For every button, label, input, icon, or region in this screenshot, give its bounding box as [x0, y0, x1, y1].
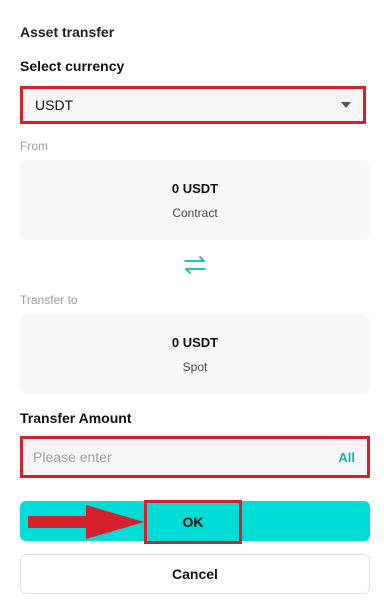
all-button[interactable]: All	[338, 450, 355, 465]
select-currency-label: Select currency	[20, 58, 125, 74]
to-account-name: Spot	[182, 359, 208, 374]
page-title: Asset transfer	[20, 24, 115, 40]
currency-select-value: USDT	[35, 97, 74, 113]
from-balance: 0 USDT	[171, 180, 219, 196]
transfer-to-label: Transfer to	[20, 293, 78, 307]
transfer-amount-label: Transfer Amount	[20, 410, 132, 426]
cancel-button[interactable]: Cancel	[20, 554, 370, 594]
from-label: From	[20, 139, 48, 153]
transfer-amount-field: All	[20, 436, 370, 478]
red-arrow-icon	[28, 505, 144, 539]
transfer-amount-input[interactable]	[33, 449, 339, 465]
ok-button[interactable]: OK	[144, 500, 242, 544]
to-account-card: 0 USDT Spot	[20, 314, 370, 394]
from-account-name: Contract	[172, 205, 218, 220]
swap-arrows-icon[interactable]	[183, 254, 207, 276]
currency-select[interactable]: USDT	[20, 86, 366, 124]
caret-down-icon	[341, 102, 351, 108]
to-balance: 0 USDT	[171, 334, 219, 350]
from-account-card: 0 USDT Contract	[20, 160, 370, 240]
